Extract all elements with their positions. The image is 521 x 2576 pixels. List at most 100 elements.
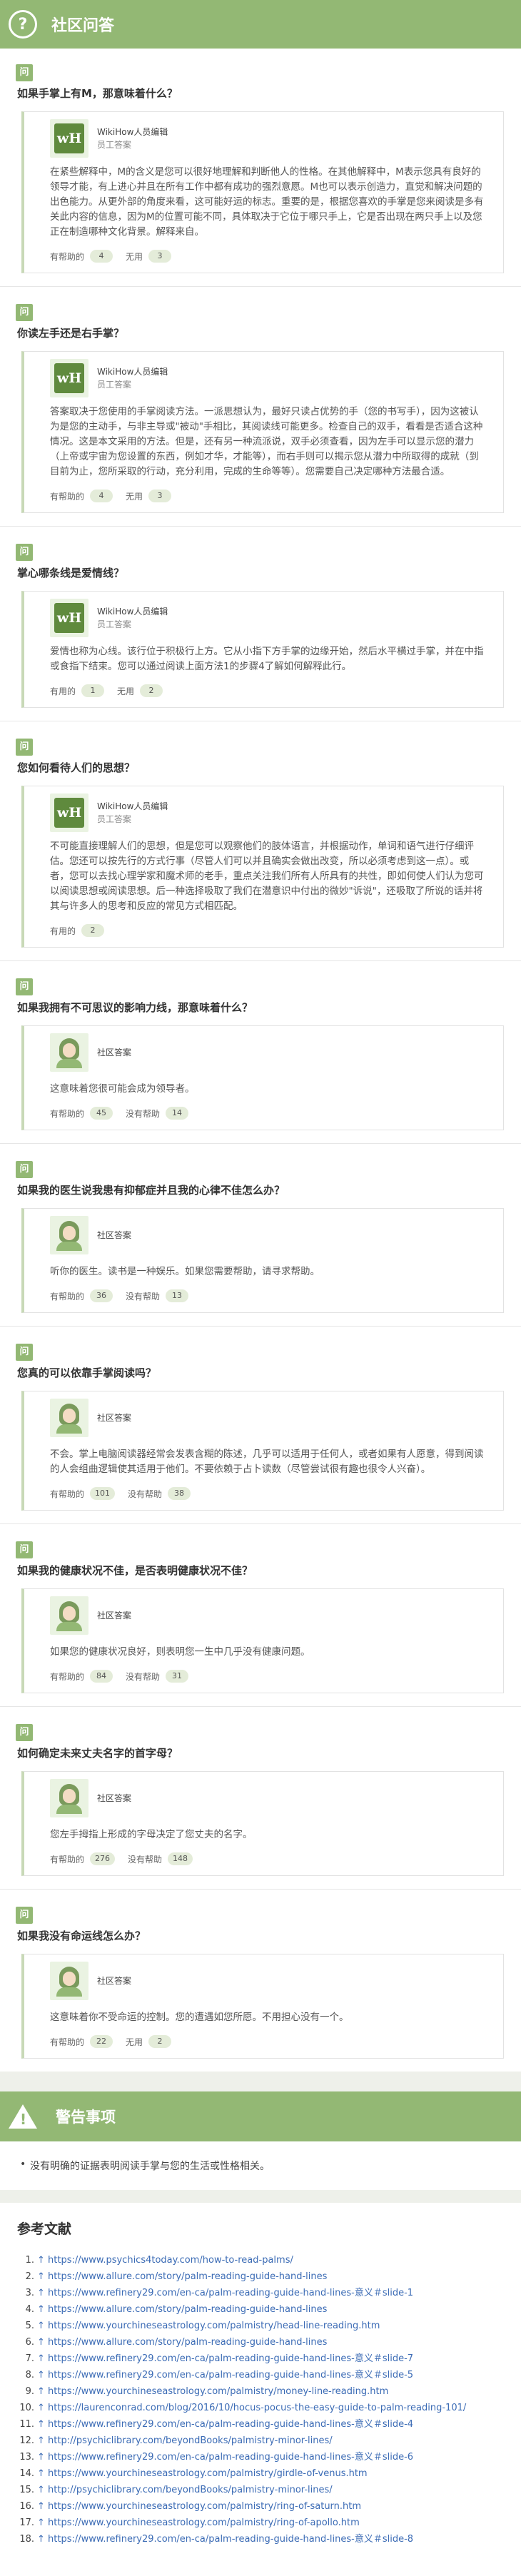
helpful-count: 101 — [90, 1487, 116, 1500]
question-tag-icon: 问 — [16, 739, 33, 756]
reference-link[interactable]: ↑ https://www.refinery29.com/en-ca/palm-… — [37, 2419, 413, 2430]
answer-author: WikiHow人员编辑 — [97, 607, 168, 617]
helpful-button[interactable]: 有帮助的 101 — [50, 1487, 116, 1500]
avatar: wH — [50, 599, 88, 637]
answer-text: 在紧些解释中，M的含义是您可以很好地理解和判断他人的性格。在其他解释中，M表示您… — [50, 166, 484, 238]
reference-link[interactable]: ↑ https://www.yourchineseastrology.com/p… — [37, 2517, 360, 2528]
avatar: wH — [50, 119, 88, 158]
answer-header: 社区答案 — [24, 1772, 503, 1820]
unhelpful-button[interactable]: 没有帮助 14 — [126, 1107, 189, 1120]
answer-author: 社区答案 — [97, 1793, 132, 1803]
reference-link[interactable]: ↑ https://www.allure.com/story/palm-read… — [37, 2271, 327, 2282]
answer-box: wH WikiHow人员编辑 员工答案 不可能直接理解人们的思想，但是您可以观察他们的… — [21, 786, 504, 948]
helpful-button[interactable]: 有帮助的 4 — [50, 250, 113, 263]
helpful-button[interactable]: 有帮助的 22 — [50, 2035, 113, 2048]
helpful-count: 84 — [90, 1670, 113, 1683]
community-avatar-icon — [55, 1965, 84, 1997]
answer-box: 社区答案 这意味着您很可能会成为领导者。 有帮助的 45 没有帮助 14 — [21, 1025, 504, 1130]
reference-item: 11. ↑ https://www.refinery29.com/en-ca/pa… — [19, 2419, 414, 2430]
answer-author: 社区答案 — [97, 1611, 132, 1621]
warnings-body: 没有明确的证据表明阅读手掌与您的生活或性格相关。 — [0, 2141, 521, 2190]
helpful-button[interactable]: 有帮助的 4 — [50, 490, 113, 502]
reference-link[interactable]: ↑ https://www.yourchineseastrology.com/p… — [37, 2501, 361, 2512]
reference-link[interactable]: ↑ https://www.refinery29.com/en-ca/palm-… — [37, 2353, 413, 2364]
answer-author: WikiHow人员编辑 — [97, 127, 168, 137]
reference-item: 6. ↑ https://www.allure.com/story/palm-re… — [25, 2337, 328, 2348]
avatar — [50, 1779, 88, 1817]
reference-link[interactable]: ↑ https://www.allure.com/story/palm-read… — [37, 2337, 327, 2348]
unhelpful-button[interactable]: 无用 3 — [126, 490, 172, 502]
answer-box: 社区答案 不会。掌上电脑阅读器经常会发表含糊的陈述，几乎可以适用于任何人，或者如果… — [21, 1391, 504, 1511]
community-avatar-icon — [55, 1219, 84, 1251]
qa-item: 问如果我没有命运线怎么办？ 社区答案 这意味着你不受命运的控制。您的遭遇如您所愿。不… — [0, 1901, 521, 2072]
helpful-button[interactable]: 有用的 1 — [50, 684, 105, 697]
reference-item: 14. ↑ https://www.yourchineseastrology.co… — [19, 2468, 368, 2479]
avatar — [50, 1399, 88, 1437]
qa-item: 问如果我拥有不可思议的影响力线，那意味着什么？ 社区答案 这意味着您很可能会成为领导… — [0, 973, 521, 1144]
answer-text: 不可能直接理解人们的思想，但是您可以观察他们的肢体语言，并根据动作，单词和语气进… — [50, 841, 484, 912]
helpful-button[interactable]: 有帮助的 36 — [50, 1289, 113, 1302]
unhelpful-button[interactable]: 无用 3 — [126, 250, 172, 263]
warnings-title: 警告事项 — [56, 2109, 116, 2126]
qa-item: 问如果手掌上有M，那意味着什么？ wH WikiHow人员编辑 员工答案 在紧些解释中，… — [0, 59, 521, 287]
question-text: 如果我没有命运线怎么办？ — [17, 1930, 146, 1942]
answer-role: 员工答案 — [97, 140, 132, 150]
vote-bar: 有用的 1 无用 2 — [24, 683, 503, 707]
reference-link[interactable]: ↑ https://www.yourchineseastrology.com/p… — [37, 2321, 380, 2331]
unhelpful-button[interactable]: 没有帮助 13 — [126, 1289, 189, 1302]
reference-link[interactable]: ↑ https://www.refinery29.com/en-ca/palm-… — [37, 2534, 413, 2545]
answer-box: 社区答案 听你的医生。读书是一种娱乐。如果您需要帮助，请寻求帮助。 有帮助的 36 没有… — [21, 1208, 504, 1313]
question-tag-icon: 问 — [16, 1907, 33, 1924]
helpful-count: 4 — [90, 250, 113, 263]
unhelpful-button[interactable]: 没有帮助 148 — [128, 1852, 193, 1865]
avatar: wH — [50, 359, 88, 397]
reference-link[interactable]: ↑ http://psychiclibrary.com/beyondBooks/… — [37, 2485, 333, 2495]
reference-link[interactable]: ↑ https://www.yourchineseastrology.com/p… — [37, 2386, 388, 2397]
helpful-button[interactable]: 有用的 2 — [50, 924, 105, 937]
unhelpful-button[interactable]: 无用 2 — [126, 2035, 172, 2048]
qa-item: 问如果我的健康状况不佳，是否表明健康状况不佳？ 社区答案 如果您的健康状况良好，则表… — [0, 1536, 521, 1707]
vote-bar: 有帮助的 45 没有帮助 14 — [24, 1105, 503, 1130]
question-text: 掌心哪条线是爱情线？ — [17, 567, 125, 579]
reference-item: 10. ↑ https://laurenconrad.com/blog/2016/… — [19, 2403, 467, 2413]
reference-link[interactable]: ↑ https://www.refinery29.com/en-ca/palm-… — [37, 2370, 413, 2380]
question-text: 您如何看待人们的思想？ — [17, 761, 136, 774]
wikihow-logo-icon: wH — [54, 798, 84, 828]
reference-link[interactable]: ↑ https://laurenconrad.com/blog/2016/10/… — [37, 2403, 466, 2413]
reference-link[interactable]: ↑ https://www.refinery29.com/en-ca/palm-… — [37, 2288, 413, 2298]
qa-item: 问您真的可以依靠手掌阅读吗？ 社区答案 不会。掌上电脑阅读器经常会发表含糊的陈述，几… — [0, 1338, 521, 1524]
question-tag-icon: 问 — [16, 1344, 33, 1361]
reference-link[interactable]: ↑ https://www.yourchineseastrology.com/p… — [37, 2468, 368, 2479]
answer-author: 社区答案 — [97, 1976, 132, 1986]
answer-box: 社区答案 这意味着你不受命运的控制。您的遭遇如您所愿。不用担心没有一个。 有帮助的 2… — [21, 1954, 504, 2059]
unhelpful-count: 3 — [148, 490, 172, 502]
reference-link[interactable]: ↑ http://psychiclibrary.com/beyondBooks/… — [37, 2435, 333, 2446]
qa-item: 问掌心哪条线是爱情线？ wH WikiHow人员编辑 员工答案 爱情也称为心线。该行位于… — [0, 538, 521, 721]
helpful-button[interactable]: 有帮助的 84 — [50, 1670, 113, 1683]
answer-header: wH WikiHow人员编辑 员工答案 — [24, 592, 503, 640]
helpful-button[interactable]: 有帮助的 45 — [50, 1107, 113, 1120]
question-text: 你读左手还是右手掌？ — [17, 327, 125, 340]
unhelpful-count: 13 — [166, 1289, 189, 1302]
question-icon: ? — [9, 10, 37, 39]
reference-link[interactable]: ↑ https://www.psychics4today.com/how-to-… — [37, 2255, 293, 2266]
community-avatar-icon — [55, 1037, 84, 1068]
reference-link[interactable]: ↑ https://www.refinery29.com/en-ca/palm-… — [37, 2452, 413, 2463]
reference-item: 5. ↑ https://www.yourchineseastrology.com… — [25, 2321, 380, 2331]
helpful-button[interactable]: 有帮助的 276 — [50, 1852, 116, 1865]
unhelpful-button[interactable]: 没有帮助 38 — [128, 1487, 191, 1500]
unhelpful-count: 14 — [166, 1107, 189, 1120]
vote-bar: 有帮助的 4 无用 3 — [24, 488, 503, 512]
unhelpful-button[interactable]: 没有帮助 31 — [126, 1670, 189, 1683]
question-text: 如果我拥有不可思议的影响力线，那意味着什么？ — [17, 1001, 253, 1014]
wikihow-logo-icon: wH — [54, 363, 84, 393]
unhelpful-button[interactable]: 无用 2 — [117, 684, 163, 697]
question-tag-icon: 问 — [16, 304, 33, 321]
question-tag-icon: 问 — [16, 978, 33, 995]
answer-author: 社区答案 — [97, 1048, 132, 1058]
community-avatar-icon — [55, 1600, 84, 1631]
reference-link[interactable]: ↑ https://www.allure.com/story/palm-read… — [37, 2304, 327, 2315]
answer-text: 答案取决于您使用的手掌阅读方法。一派思想认为，最好只读占优势的手（您的书写手），… — [50, 406, 483, 477]
references-list: 1. ↑ https://www.psychics4today.com/how-t… — [17, 2252, 504, 2547]
answer-text: 您左手拇指上形成的字母决定了您丈夫的名字。 — [50, 1829, 253, 1840]
